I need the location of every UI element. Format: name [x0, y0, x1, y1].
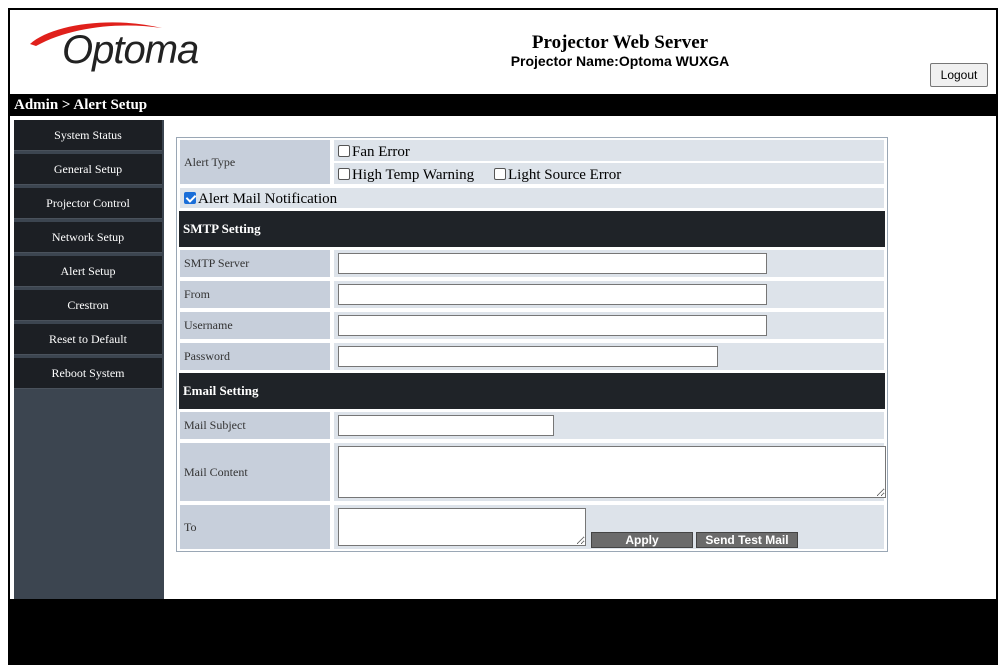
username-label: Username: [179, 311, 331, 340]
high-temp-option[interactable]: High Temp Warning: [338, 166, 474, 184]
mail-subject-label: Mail Subject: [179, 411, 331, 440]
fan-error-cell: Fan Error: [333, 139, 885, 162]
light-source-option[interactable]: Light Source Error: [494, 166, 621, 184]
warnings-cell: High Temp Warning Light Source Error: [333, 162, 885, 185]
from-label: From: [179, 280, 331, 309]
from-cell: [333, 280, 885, 309]
smtp-server-cell: [333, 249, 885, 278]
page-frame: Optoma Projector Web Server Projector Na…: [8, 8, 998, 665]
smtp-server-label: SMTP Server: [179, 249, 331, 278]
optoma-logo: Optoma: [16, 18, 216, 82]
password-label: Password: [179, 342, 331, 371]
to-textarea[interactable]: [338, 508, 586, 546]
alert-mail-checkbox[interactable]: [184, 192, 196, 204]
logo-text: Optoma: [62, 28, 199, 72]
mail-content-cell: [333, 442, 886, 502]
to-cell: Apply Send Test Mail: [333, 504, 885, 550]
from-input[interactable]: [338, 284, 767, 305]
sidebar-item-general-setup[interactable]: General Setup: [14, 154, 162, 185]
fan-error-option[interactable]: Fan Error: [338, 143, 410, 161]
logout-button[interactable]: Logout: [930, 63, 988, 87]
username-row: Username: [179, 311, 885, 340]
password-row: Password: [179, 342, 885, 371]
send-test-mail-button[interactable]: Send Test Mail: [696, 532, 798, 548]
mail-content-row: Mail Content: [179, 442, 886, 502]
smtp-section-header: SMTP Setting: [179, 211, 885, 247]
mail-content-label: Mail Content: [179, 442, 331, 502]
to-label: To: [179, 504, 331, 550]
fan-error-label: Fan Error: [352, 144, 410, 160]
mail-content-textarea[interactable]: [338, 446, 886, 498]
email-section-header: Email Setting: [179, 373, 885, 409]
alert-type-row: Alert Type Fan Error High Temp Warning L…: [179, 139, 885, 185]
high-temp-label: High Temp Warning: [352, 167, 475, 183]
breadcrumb: Admin > Alert Setup: [10, 94, 996, 116]
alert-mail-label: Alert Mail Notification: [198, 191, 338, 207]
projector-name: Projector Name:Optoma WUXGA: [510, 53, 730, 69]
username-cell: [333, 311, 885, 340]
sidebar-item-system-status[interactable]: System Status: [14, 120, 162, 151]
sidebar-item-crestron[interactable]: Crestron: [14, 290, 162, 321]
sidebar: System Status General Setup Projector Co…: [14, 120, 164, 599]
mail-subject-input[interactable]: [338, 415, 554, 436]
mail-subject-cell: [333, 411, 885, 440]
password-cell: [333, 342, 885, 371]
sidebar-item-network-setup[interactable]: Network Setup: [14, 222, 162, 253]
from-row: From: [179, 280, 885, 309]
sidebar-item-projector-control[interactable]: Projector Control: [14, 188, 162, 219]
light-source-checkbox[interactable]: [494, 168, 506, 180]
mail-subject-row: Mail Subject: [179, 411, 885, 440]
light-source-label: Light Source Error: [508, 167, 622, 183]
username-input[interactable]: [338, 315, 767, 336]
sidebar-item-alert-setup[interactable]: Alert Setup: [14, 256, 162, 287]
to-row: To Apply Send Test Mail: [179, 504, 885, 550]
password-input[interactable]: [338, 346, 718, 367]
sidebar-item-reboot-system[interactable]: Reboot System: [14, 358, 162, 389]
page-title: Projector Web Server: [531, 32, 709, 53]
fan-error-checkbox[interactable]: [338, 145, 350, 157]
alert-setup-form: Alert Type Fan Error High Temp Warning L…: [176, 137, 888, 552]
alert-mail-option[interactable]: Alert Mail Notification: [184, 190, 337, 208]
apply-button[interactable]: Apply: [591, 532, 693, 548]
alert-mail-row: Alert Mail Notification: [179, 187, 885, 209]
high-temp-checkbox[interactable]: [338, 168, 350, 180]
footer-bar: [10, 599, 996, 663]
smtp-server-input[interactable]: [338, 253, 767, 274]
sidebar-item-reset-to-default[interactable]: Reset to Default: [14, 324, 162, 355]
smtp-server-row: SMTP Server: [179, 249, 885, 278]
alert-type-label: Alert Type: [179, 139, 331, 185]
